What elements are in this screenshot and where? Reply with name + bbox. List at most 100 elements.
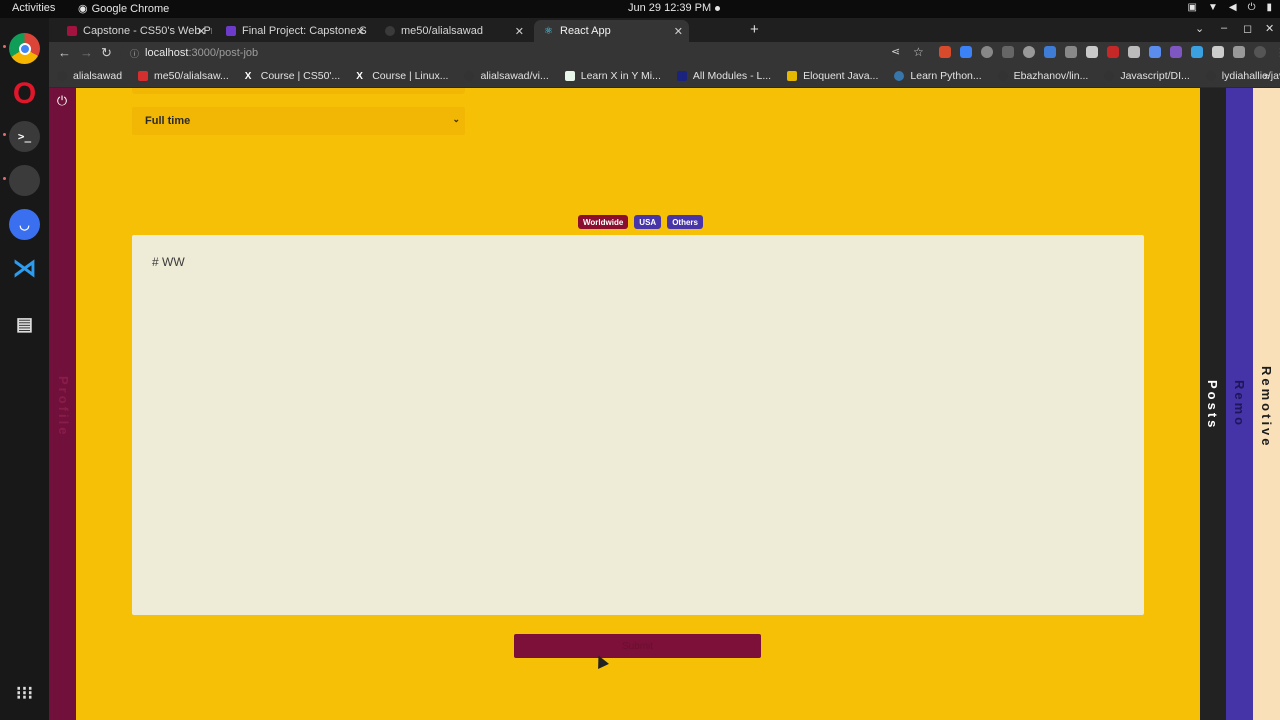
- window-icon[interactable]: [9, 165, 40, 196]
- extension-icon[interactable]: [939, 46, 951, 58]
- job-type-select[interactable]: Full time ⌄: [132, 107, 465, 135]
- clock[interactable]: Jun 29 12:39 PM: [628, 2, 711, 14]
- extension-icon[interactable]: [1065, 46, 1077, 58]
- extension-icon[interactable]: [1170, 46, 1182, 58]
- bookmark-item[interactable]: alialsawad: [57, 70, 122, 82]
- back-icon[interactable]: ←: [58, 45, 71, 60]
- maximize-icon[interactable]: ◻: [1243, 22, 1252, 35]
- site-info-icon[interactable]: ⓘ: [130, 47, 139, 60]
- bookmark-item[interactable]: alialsawad/vi...: [464, 70, 549, 82]
- close-tab-icon[interactable]: ✕: [356, 25, 365, 38]
- bookmark-item[interactable]: X Course | CS50'...: [245, 70, 340, 82]
- system-top-bar: Activities ◉ Google Chrome Jun 29 12:39 …: [0, 0, 1280, 18]
- app-menu[interactable]: ◉ Google Chrome: [78, 2, 170, 16]
- system-tray[interactable]: ▣ ▼ ◀ ⏻ ▮: [1188, 2, 1273, 13]
- bookmark-star-icon[interactable]: ☆: [913, 45, 924, 59]
- new-tab-icon[interactable]: +: [750, 21, 759, 38]
- extension-icon[interactable]: [1149, 46, 1161, 58]
- edx-favicon-icon: X: [244, 70, 252, 82]
- python-favicon-icon: [894, 70, 905, 81]
- profile-nav-label[interactable]: Profile: [56, 376, 71, 437]
- url-host: localhost: [145, 47, 189, 59]
- extension-icon[interactable]: [1044, 46, 1056, 58]
- close-window-icon[interactable]: ✕: [1265, 22, 1274, 35]
- forward-icon[interactable]: →: [80, 45, 93, 60]
- chrome-small-icon: ◉: [78, 3, 88, 15]
- screen-record-icon[interactable]: ▣: [1188, 2, 1197, 13]
- remo-sidebar[interactable]: Remo: [1226, 88, 1253, 720]
- battery-icon[interactable]: ▮: [1266, 2, 1272, 13]
- previous-field-edge: [132, 88, 465, 94]
- profile-sidebar[interactable]: ⏻ Profile: [49, 88, 76, 720]
- volume-icon[interactable]: ◀: [1229, 2, 1237, 13]
- extension-icon[interactable]: [1191, 46, 1203, 58]
- app-grid-icon[interactable]: ⁝⁝⁝: [9, 678, 40, 709]
- chevron-down-icon: ⌄: [452, 114, 460, 124]
- extension-icon[interactable]: [981, 46, 993, 58]
- posts-nav-label[interactable]: Posts: [1205, 380, 1220, 430]
- opera-icon[interactable]: O: [9, 77, 40, 110]
- browser-toolbar: ← → ↻ ⓘ localhost :3000/post-job ⋖ ☆ ⋮: [49, 42, 1280, 64]
- extension-icon[interactable]: [1002, 46, 1014, 58]
- bookmark-item[interactable]: me50/alialsaw...: [138, 70, 229, 82]
- terminal-icon[interactable]: >_: [9, 121, 40, 152]
- chrome-icon[interactable]: [9, 33, 40, 64]
- remo-nav-label[interactable]: Remo: [1232, 380, 1247, 428]
- trash-icon[interactable]: ▤: [9, 309, 40, 340]
- remotive-nav-label[interactable]: Remotive: [1259, 366, 1274, 449]
- activities-button[interactable]: Activities: [12, 2, 55, 14]
- side-panel-icon[interactable]: [1233, 46, 1245, 58]
- address-bar[interactable]: ⓘ localhost :3000/post-job: [120, 44, 900, 62]
- cs50-favicon-icon: [138, 70, 149, 81]
- bookmark-item[interactable]: Ebazhanov/lin...: [997, 70, 1088, 82]
- tab-search-icon[interactable]: ⌄: [1195, 22, 1204, 35]
- bookmark-item[interactable]: X Course | Linux...: [356, 70, 448, 82]
- running-indicator: [3, 177, 6, 180]
- github-favicon-icon: [997, 70, 1008, 81]
- edx-favicon-icon: X: [356, 70, 363, 82]
- job-type-selected-value: Full time: [145, 115, 191, 127]
- remotive-sidebar[interactable]: Remotive: [1253, 88, 1280, 720]
- bookmark-item[interactable]: Learn X in Y Mi...: [564, 70, 661, 82]
- wifi-icon[interactable]: ▼: [1208, 2, 1218, 13]
- bookmark-item[interactable]: Learn Python...: [894, 70, 982, 82]
- github-favicon-icon: [1205, 70, 1216, 81]
- extension-icon[interactable]: [960, 46, 972, 58]
- browser-icon[interactable]: ◡: [9, 209, 40, 240]
- extensions-puzzle-icon[interactable]: [1212, 46, 1224, 58]
- app-name: Google Chrome: [91, 2, 170, 15]
- extension-icon[interactable]: [1128, 46, 1140, 58]
- chrome-menu-icon[interactable]: ⋮: [1275, 46, 1280, 59]
- logout-power-icon[interactable]: ⏻: [55, 94, 69, 108]
- tab-final-project[interactable]: Final Project: Capstone S ✕: [216, 20, 371, 42]
- tab-capstone[interactable]: Capstone - CS50's Web Pr ✕: [57, 20, 212, 42]
- extensions-area: ⋮: [939, 46, 1280, 59]
- share-icon[interactable]: ⋖: [891, 45, 900, 58]
- js-favicon-icon: [787, 70, 798, 81]
- extension-icon[interactable]: [1107, 46, 1119, 58]
- power-menu-icon[interactable]: ⏻: [1248, 2, 1256, 13]
- close-tab-icon[interactable]: ✕: [674, 25, 683, 38]
- bookmark-item[interactable]: Eloquent Java...: [787, 70, 878, 82]
- more-bookmarks-button[interactable]: »: [1264, 70, 1270, 82]
- tag-usa[interactable]: USA: [634, 215, 662, 229]
- tab-me50[interactable]: me50/alialsawad ✕: [375, 20, 530, 42]
- extension-icon[interactable]: [1086, 46, 1098, 58]
- close-tab-icon[interactable]: ✕: [515, 25, 524, 38]
- tag-others[interactable]: Others: [667, 215, 703, 229]
- description-editor[interactable]: # WW: [132, 235, 1144, 615]
- tab-react-app[interactable]: ⚛ React App ✕: [534, 20, 689, 42]
- reload-icon[interactable]: ↻: [101, 45, 112, 61]
- profile-avatar-icon[interactable]: [1254, 46, 1266, 58]
- vscode-icon[interactable]: ⋊: [9, 253, 40, 284]
- minimize-icon[interactable]: –: [1221, 22, 1227, 34]
- github-favicon-icon: [464, 70, 475, 81]
- github-favicon-icon: [1104, 70, 1115, 81]
- bookmark-item[interactable]: All Modules - L...: [676, 70, 771, 82]
- posts-sidebar[interactable]: Posts: [1200, 88, 1226, 720]
- tag-worldwide[interactable]: Worldwide: [578, 215, 629, 229]
- submit-button[interactable]: Submit: [514, 634, 761, 658]
- close-tab-icon[interactable]: ✕: [197, 25, 206, 38]
- bookmark-item[interactable]: Javascript/DI...: [1104, 70, 1190, 82]
- extension-icon[interactable]: [1023, 46, 1035, 58]
